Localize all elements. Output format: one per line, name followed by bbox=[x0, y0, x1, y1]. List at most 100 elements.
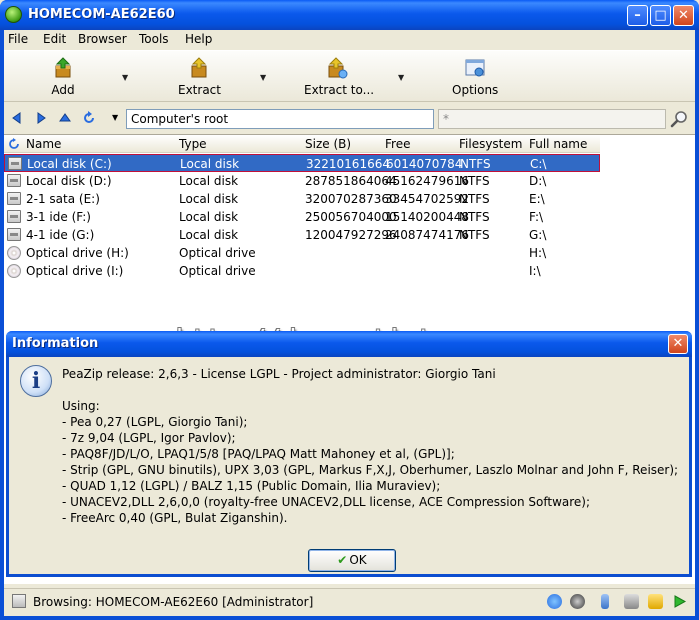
filter-input[interactable]: * bbox=[438, 109, 666, 129]
cell-name: 4-1 ide (G:) bbox=[26, 228, 95, 242]
extract-to-button[interactable]: Extract to... bbox=[304, 57, 375, 97]
menu-edit[interactable]: Edit bbox=[43, 32, 66, 46]
search-icon[interactable] bbox=[670, 109, 690, 129]
toolbar: Add ▼ Extract ▼ Extract to... ▼ Options bbox=[4, 50, 695, 102]
cell-full: H:\ bbox=[529, 246, 547, 260]
cell-name: Local disk (D:) bbox=[26, 174, 112, 188]
drive-row[interactable]: Optical drive (I:) Optical drive I:\ bbox=[4, 262, 600, 280]
cell-type: Local disk bbox=[179, 174, 239, 188]
extract-dropdown-icon[interactable]: ▼ bbox=[260, 73, 266, 82]
dialog-line: - UNACEV2,DLL 2,6,0,0 (royalty-free UNAC… bbox=[62, 495, 591, 509]
up-arrow-icon[interactable] bbox=[58, 111, 72, 125]
run-icon[interactable] bbox=[672, 594, 687, 609]
options-icon bbox=[465, 59, 485, 77]
dialog-title: Information bbox=[12, 336, 99, 351]
drive-row[interactable]: Local disk (D:) Local disk 287851864064 451… bbox=[4, 172, 600, 190]
cell-type: Local disk bbox=[179, 228, 239, 242]
drive-row[interactable]: 3-1 ide (F:) Local disk 250056704000 151402… bbox=[4, 208, 600, 226]
cell-name: Local disk (C:) bbox=[27, 157, 112, 171]
extract-label: Extract bbox=[178, 83, 221, 97]
cell-full: I:\ bbox=[529, 264, 541, 278]
drive-row[interactable]: Optical drive (H:) Optical drive H:\ bbox=[4, 244, 600, 262]
cell-fs: NTFS bbox=[459, 192, 490, 206]
column-size[interactable]: Size (B) bbox=[305, 137, 351, 151]
tools-icon[interactable] bbox=[624, 594, 639, 609]
drive-row[interactable]: 2-1 sata (E:) Local disk 320070287360 33454… bbox=[4, 190, 600, 208]
cell-free: 24087474176 bbox=[385, 228, 469, 242]
dialog-title-bar[interactable]: Information ✕ bbox=[6, 331, 692, 357]
forward-arrow-icon[interactable] bbox=[34, 111, 48, 125]
cell-type: Local disk bbox=[179, 192, 239, 206]
refresh-icon[interactable] bbox=[82, 111, 96, 125]
dialog-line: - PAQ8F/JD/L/O, LPAQ1/5/8 [PAQ/LPAQ Matt… bbox=[62, 447, 455, 461]
extract-button[interactable]: Extract bbox=[178, 57, 221, 97]
minimize-button[interactable]: – bbox=[627, 5, 648, 26]
address-input[interactable]: Computer's root bbox=[126, 109, 434, 129]
dialog-line: - Pea 0,27 (LGPL, Giorgio Tani); bbox=[62, 415, 248, 429]
history-dropdown-icon[interactable]: ▼ bbox=[112, 113, 118, 122]
cell-name: Optical drive (I:) bbox=[26, 264, 124, 278]
hard-disk-icon bbox=[7, 192, 21, 205]
close-button[interactable]: ✕ bbox=[673, 5, 694, 26]
cell-fs: NTFS bbox=[459, 210, 490, 224]
dialog-line: Using: bbox=[62, 399, 100, 413]
add-label: Add bbox=[51, 83, 75, 97]
cell-full: F:\ bbox=[529, 210, 544, 224]
menu-file[interactable]: File bbox=[8, 32, 28, 46]
cell-full: G:\ bbox=[529, 228, 547, 242]
extract-to-icon bbox=[328, 57, 348, 79]
menu-bar: File Edit Browser Tools Help bbox=[4, 30, 695, 49]
menu-tools[interactable]: Tools bbox=[139, 32, 169, 46]
add-dropdown-icon[interactable]: ▼ bbox=[122, 73, 128, 82]
column-full-name[interactable]: Full name bbox=[529, 137, 587, 151]
cell-fs: NTFS bbox=[459, 228, 490, 242]
cell-full: C:\ bbox=[530, 157, 547, 171]
dialog-close-button[interactable]: ✕ bbox=[668, 334, 688, 354]
dialog-line: - QUAD 1,12 (LGPL) / BALZ 1,15 (Public D… bbox=[62, 479, 441, 493]
globe-icon[interactable] bbox=[570, 594, 585, 609]
address-bar: ▼ Computer's root * bbox=[4, 106, 695, 131]
main-window: HOMECOM-AE62E60 – □ ✕ File Edit Browser … bbox=[0, 0, 699, 620]
extract-to-dropdown-icon[interactable]: ▼ bbox=[398, 73, 404, 82]
cell-size: 320070287360 bbox=[305, 192, 397, 206]
cell-name: Optical drive (H:) bbox=[26, 246, 129, 260]
column-name[interactable]: Name bbox=[26, 137, 61, 151]
column-filesystem[interactable]: Filesystem bbox=[459, 137, 522, 151]
options-button[interactable]: Options bbox=[452, 57, 498, 97]
cell-size: 32210161664 bbox=[306, 157, 390, 171]
dialog-line: - FreeArc 0,40 (GPL, Bulat Ziganshin). bbox=[62, 511, 288, 525]
options-label: Options bbox=[452, 83, 499, 97]
cell-full: D:\ bbox=[529, 174, 547, 188]
information-icon: i bbox=[20, 365, 52, 397]
back-arrow-icon[interactable] bbox=[10, 111, 24, 125]
cell-size: 120047927296 bbox=[305, 228, 397, 242]
extract-to-label: Extract to... bbox=[304, 83, 375, 97]
hard-disk-icon bbox=[8, 157, 22, 170]
add-button[interactable]: Add bbox=[48, 57, 78, 97]
cell-free: 45162479616 bbox=[385, 174, 469, 188]
list-header: Name Type Size (B) Free Filesystem Full … bbox=[4, 135, 600, 153]
network-icon[interactable] bbox=[547, 594, 562, 609]
menu-browser[interactable]: Browser bbox=[78, 32, 127, 46]
column-type[interactable]: Type bbox=[179, 137, 207, 151]
hard-disk-icon bbox=[7, 174, 21, 187]
bookmark-icon[interactable] bbox=[601, 594, 609, 609]
ok-button[interactable]: ✔ OK bbox=[308, 549, 396, 572]
title-bar[interactable]: HOMECOM-AE62E60 – □ ✕ bbox=[0, 0, 699, 30]
column-free[interactable]: Free bbox=[385, 137, 410, 151]
drive-row[interactable]: 4-1 ide (G:) Local disk 120047927296 240874… bbox=[4, 226, 600, 244]
peazip-app-icon bbox=[5, 6, 22, 23]
menu-help[interactable]: Help bbox=[185, 32, 212, 46]
cell-type: Local disk bbox=[179, 210, 239, 224]
maximize-button[interactable]: □ bbox=[650, 5, 671, 26]
add-archive-icon bbox=[55, 57, 71, 78]
lock-icon[interactable] bbox=[648, 594, 663, 609]
cell-free: 6014070784 bbox=[386, 157, 463, 171]
dialog-line: - Strip (GPL, GNU binutils), UPX 3,03 (G… bbox=[62, 463, 679, 477]
cell-type: Optical drive bbox=[179, 264, 256, 278]
refresh-list-icon[interactable] bbox=[8, 138, 20, 150]
cell-free: 33454702592 bbox=[385, 192, 469, 206]
cell-size: 287851864064 bbox=[305, 174, 397, 188]
drive-row[interactable]: Local disk (C:) Local disk 32210161664 6014… bbox=[4, 154, 600, 172]
cell-full: E:\ bbox=[529, 192, 545, 206]
